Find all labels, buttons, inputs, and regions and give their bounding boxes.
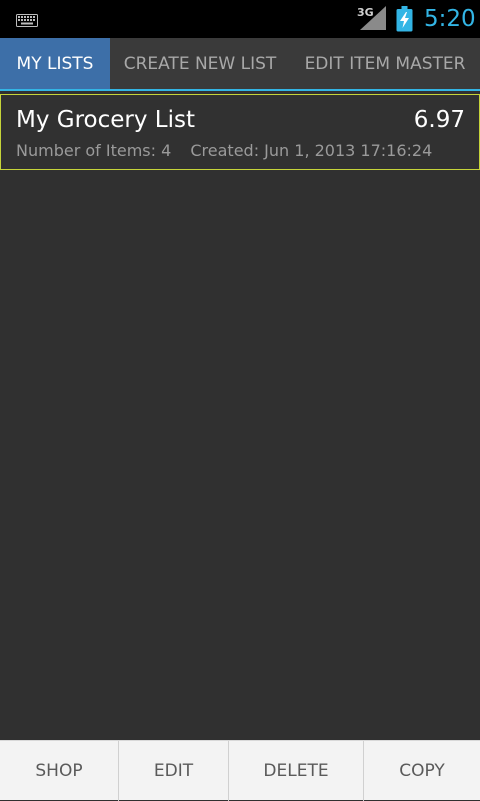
tab-create-new-list[interactable]: CREATE NEW LIST <box>110 38 290 89</box>
edit-button[interactable]: EDIT <box>119 741 229 801</box>
copy-button[interactable]: COPY <box>364 741 480 801</box>
lists-container: My Grocery List 6.97 Number of Items: 4 … <box>0 91 480 740</box>
shop-button[interactable]: SHOP <box>0 741 119 801</box>
list-item[interactable]: My Grocery List 6.97 Number of Items: 4 … <box>0 94 480 170</box>
delete-button[interactable]: DELETE <box>229 741 364 801</box>
list-total: 6.97 <box>413 107 465 133</box>
battery-charging-icon <box>396 6 413 36</box>
status-bar: 3G 5:20 <box>0 0 480 38</box>
tab-bar: MY LISTS CREATE NEW LIST EDIT ITEM MASTE… <box>0 38 480 91</box>
keyboard-icon <box>16 12 38 31</box>
list-item-count: Number of Items: 4 <box>16 141 172 160</box>
network-type-label: 3G <box>357 6 374 19</box>
status-clock: 5:20 <box>424 6 476 32</box>
list-meta: Number of Items: 4 Created: Jun 1, 2013 … <box>16 141 432 160</box>
tab-my-lists[interactable]: MY LISTS <box>0 38 110 89</box>
list-name: My Grocery List <box>16 107 195 133</box>
list-created-date: Created: Jun 1, 2013 17:16:24 <box>190 141 433 160</box>
action-bar: SHOP EDIT DELETE COPY <box>0 740 480 801</box>
tab-edit-item-master[interactable]: EDIT ITEM MASTER <box>290 38 480 89</box>
